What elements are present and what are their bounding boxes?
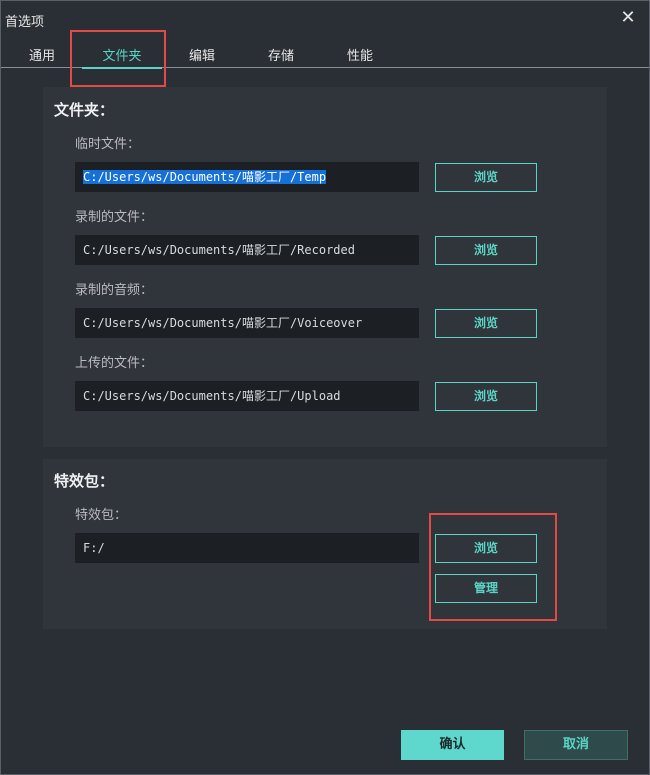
window-title: 首选项 [5, 15, 45, 30]
temp-path-field[interactable]: C:/Users/ws/Documents/喵影工厂/Temp [75, 162, 419, 192]
upload-path-value: C:/Users/ws/Documents/喵影工厂/Upload [83, 389, 341, 403]
folders-section-title: 文件夹： [54, 101, 115, 119]
manage-effects-button[interactable]: 管理 [435, 574, 537, 603]
temp-files-label: 临时文件： [75, 137, 141, 152]
recorded-files-label: 录制的文件： [75, 210, 154, 225]
close-icon[interactable]: ✕ [617, 7, 639, 29]
title-bar: 首选项 ✕ [1, 1, 649, 37]
effects-path-field[interactable]: F:/ [75, 533, 419, 563]
effects-label: 特效包： [75, 508, 128, 523]
browse-effects-button[interactable]: 浏览 [435, 534, 537, 563]
confirm-button[interactable]: 确认 [401, 730, 504, 760]
tab-general[interactable]: 通用 [28, 45, 56, 67]
effects-path-value: F:/ [83, 541, 105, 555]
recorded-path-field[interactable]: C:/Users/ws/Documents/喵影工厂/Recorded [75, 235, 419, 265]
browse-upload-button[interactable]: 浏览 [435, 382, 537, 411]
voiceover-path-value: C:/Users/ws/Documents/喵影工厂/Voiceover [83, 316, 363, 330]
browse-recorded-button[interactable]: 浏览 [435, 236, 537, 265]
voiceover-path-field[interactable]: C:/Users/ws/Documents/喵影工厂/Voiceover [75, 308, 419, 338]
effects-panel: 特效包： 特效包： F:/ 浏览 管理 [43, 459, 607, 629]
folders-panel: 文件夹： 临时文件： C:/Users/ws/Documents/喵影工厂/Te… [43, 87, 607, 447]
cancel-button[interactable]: 取消 [524, 730, 628, 760]
preferences-dialog: 首选项 ✕ 通用 文件夹 编辑 存储 性能 文件夹： 临时文件： C:/User… [0, 0, 650, 775]
tab-bar: 通用 文件夹 编辑 存储 性能 [1, 37, 649, 69]
upload-files-label: 上传的文件： [75, 356, 154, 371]
browse-voiceover-button[interactable]: 浏览 [435, 309, 537, 338]
upload-path-field[interactable]: C:/Users/ws/Documents/喵影工厂/Upload [75, 381, 419, 411]
tab-storage[interactable]: 存储 [267, 45, 295, 67]
recorded-path-value: C:/Users/ws/Documents/喵影工厂/Recorded [83, 243, 355, 257]
voiceover-files-label: 录制的音频： [75, 283, 154, 298]
tab-editing[interactable]: 编辑 [188, 45, 216, 67]
tab-folders[interactable]: 文件夹 [82, 45, 162, 69]
tab-performance[interactable]: 性能 [346, 45, 374, 67]
effects-section-title: 特效包： [54, 472, 115, 490]
browse-temp-button[interactable]: 浏览 [435, 163, 537, 192]
temp-path-value: C:/Users/ws/Documents/喵影工厂/Temp [83, 170, 327, 184]
